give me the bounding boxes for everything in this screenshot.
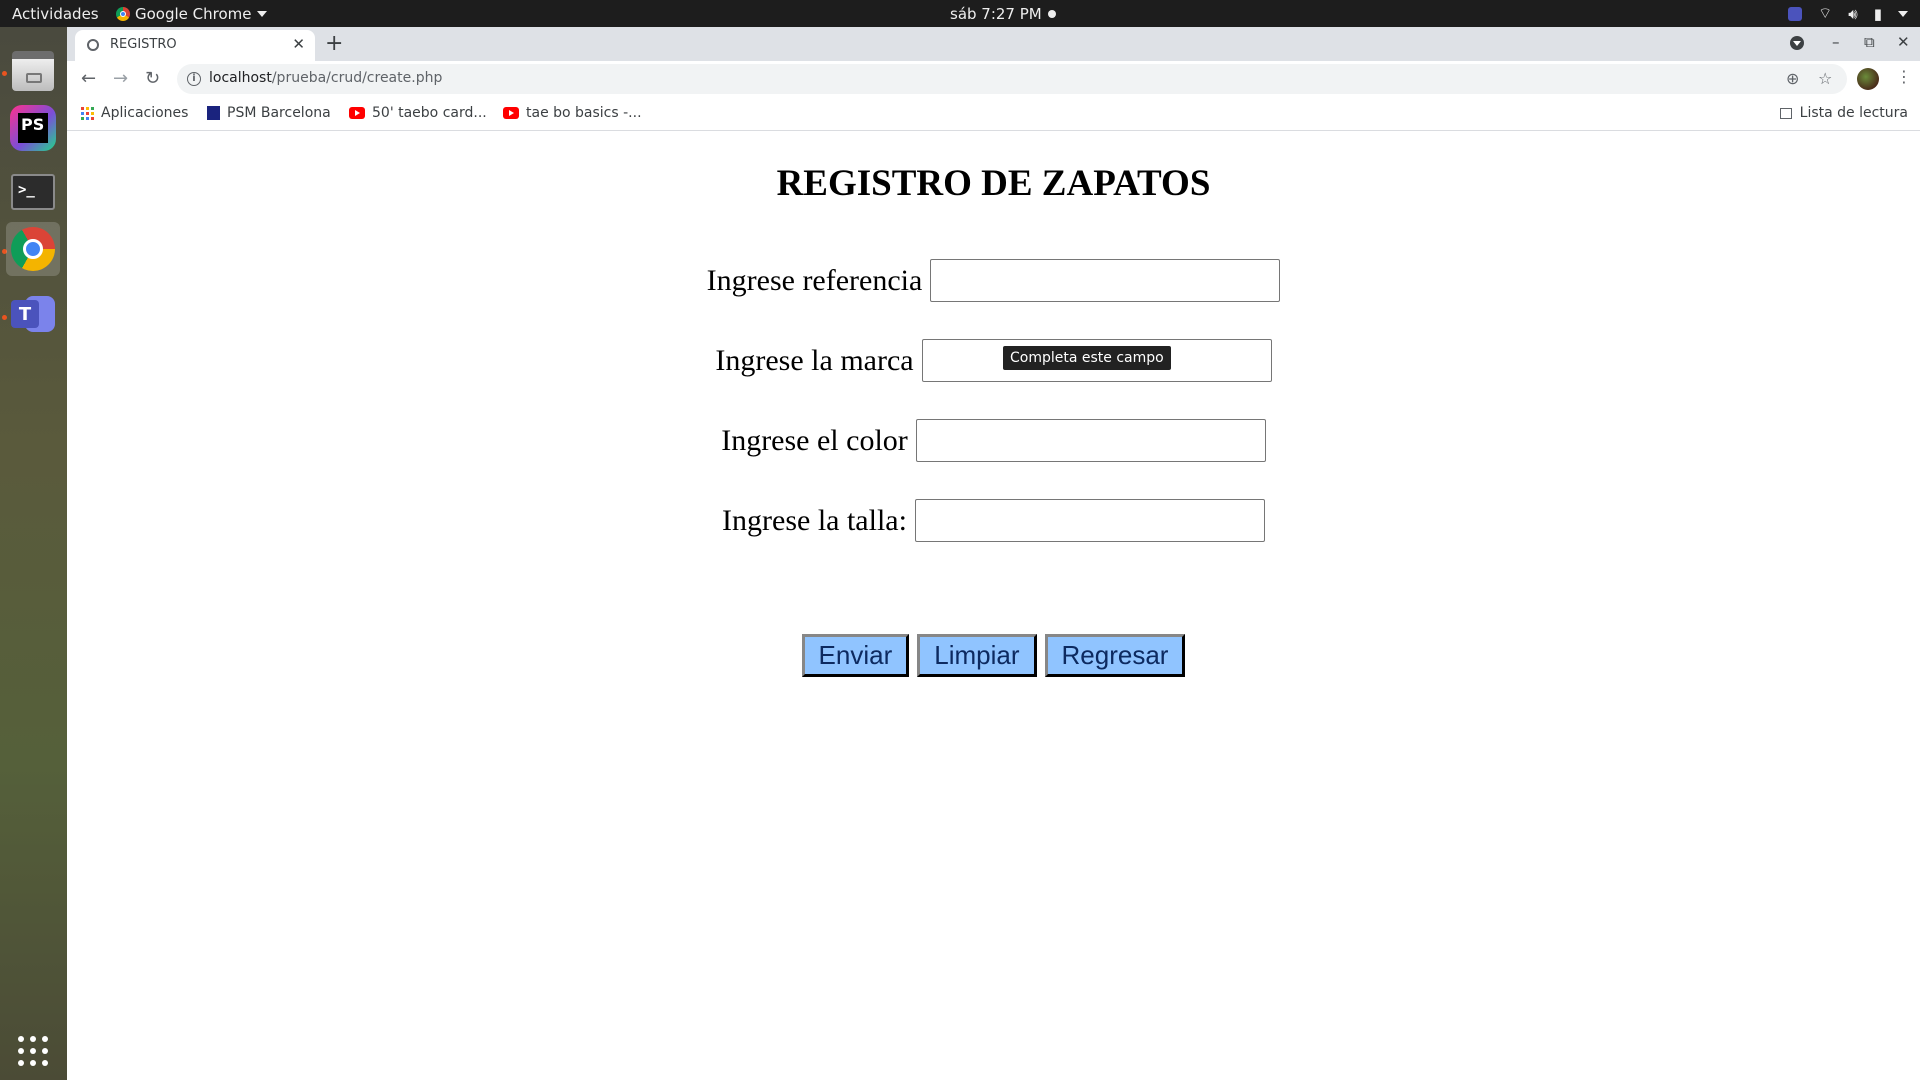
address-bar[interactable]: i localhost/prueba/crud/create.php ⊕ ☆ bbox=[177, 64, 1847, 94]
form-row-marca: Ingrese la marca bbox=[67, 339, 1920, 382]
dock-phpstorm[interactable]: PS bbox=[6, 101, 60, 155]
files-icon bbox=[12, 51, 54, 91]
system-top-bar: Actividades Google Chrome sáb 7:27 PM ⌔ … bbox=[0, 0, 1920, 27]
youtube-icon bbox=[503, 107, 519, 119]
form-row-color: Ingrese el color bbox=[67, 419, 1920, 462]
info-icon[interactable]: i bbox=[187, 72, 201, 86]
dock-chrome[interactable] bbox=[6, 222, 60, 276]
new-tab-button[interactable]: + bbox=[325, 31, 343, 56]
browser-toolbar: ← → ↻ i localhost/prueba/crud/create.php… bbox=[67, 61, 1920, 97]
wifi-icon: ⌔ bbox=[1818, 4, 1833, 22]
close-window-button[interactable]: ✕ bbox=[1897, 33, 1910, 51]
back-button[interactable]: ← bbox=[81, 68, 96, 89]
phpstorm-icon: PS bbox=[10, 105, 56, 151]
battery-icon: ▮ bbox=[1873, 4, 1882, 23]
bookmark-apps[interactable]: Aplicaciones bbox=[81, 105, 188, 121]
referencia-input[interactable] bbox=[930, 259, 1281, 302]
show-applications-button[interactable] bbox=[6, 1024, 60, 1078]
restore-button[interactable]: ⧉ bbox=[1864, 33, 1875, 51]
reading-list-label: Lista de lectura bbox=[1799, 105, 1908, 121]
globe-icon bbox=[87, 39, 99, 51]
color-label: Ingrese el color bbox=[721, 423, 908, 457]
page-title: REGISTRO DE ZAPATOS bbox=[776, 163, 1211, 204]
back-button-form[interactable]: Regresar bbox=[1044, 634, 1186, 677]
show-apps-icon bbox=[18, 1036, 48, 1066]
apps-grid-icon bbox=[81, 106, 94, 120]
bookmark-taebo-cardio[interactable]: 50' taebo card... bbox=[349, 105, 487, 121]
teams-tray-icon bbox=[1788, 6, 1803, 21]
notification-dot-icon bbox=[1047, 10, 1056, 18]
marca-label: Ingrese la marca bbox=[715, 343, 914, 377]
form-row-referencia: Ingrese referencia bbox=[67, 259, 1920, 302]
minimize-button[interactable]: – bbox=[1832, 33, 1840, 51]
tab-title: REGISTRO bbox=[110, 37, 177, 52]
referencia-label: Ingrese referencia bbox=[706, 263, 923, 297]
activities-button[interactable]: Actividades bbox=[12, 5, 99, 23]
validation-tooltip: Completa este campo bbox=[1003, 346, 1171, 370]
url-text[interactable]: localhost/prueba/crud/create.php bbox=[209, 70, 442, 86]
bookmark-label: tae bo basics -... bbox=[526, 105, 642, 121]
dock-terminal[interactable]: >_ bbox=[6, 165, 60, 219]
dock: PS >_ T bbox=[0, 27, 67, 1080]
tab-registro[interactable]: REGISTRO ✕ bbox=[75, 30, 315, 61]
tab-strip: REGISTRO ✕ + – ⧉ ✕ bbox=[67, 27, 1920, 61]
reload-button[interactable]: ↻ bbox=[145, 68, 160, 89]
talla-label: Ingrese la talla: bbox=[722, 503, 907, 537]
clock-label: sáb 7:27 PM bbox=[950, 5, 1042, 23]
youtube-icon bbox=[349, 107, 365, 119]
close-tab-icon[interactable]: ✕ bbox=[292, 35, 305, 53]
form-row-talla: Ingrese la talla: bbox=[67, 499, 1920, 542]
dock-files[interactable] bbox=[6, 44, 60, 98]
volume-icon: 🔊︎ bbox=[1848, 4, 1858, 23]
tab-search-icon[interactable] bbox=[1790, 36, 1804, 50]
zoom-icon[interactable]: ⊕ bbox=[1786, 69, 1799, 88]
bookmarks-bar: Aplicaciones PSM Barcelona 50' taebo car… bbox=[67, 97, 1920, 131]
terminal-icon: >_ bbox=[11, 174, 55, 210]
dock-teams[interactable]: T bbox=[6, 287, 60, 341]
system-menu-chevron-icon bbox=[1898, 10, 1908, 17]
clear-button[interactable]: Limpiar bbox=[917, 634, 1037, 677]
chrome-icon bbox=[116, 7, 130, 21]
url-path: /prueba/crud/create.php bbox=[271, 70, 443, 86]
url-host: localhost bbox=[209, 70, 272, 86]
bookmark-taebo-basics[interactable]: tae bo basics -... bbox=[503, 105, 642, 121]
bookmark-psm[interactable]: PSM Barcelona bbox=[207, 105, 331, 121]
bookmark-label: PSM Barcelona bbox=[227, 105, 331, 121]
page-content: REGISTRO DE ZAPATOS Ingrese referencia I… bbox=[67, 131, 1920, 1080]
system-tray[interactable]: ⌔ 🔊︎ ▮ bbox=[1788, 4, 1908, 23]
psm-icon bbox=[207, 106, 220, 120]
profile-avatar[interactable] bbox=[1857, 68, 1879, 90]
reading-list-icon bbox=[1779, 107, 1792, 119]
bookmark-label: Aplicaciones bbox=[101, 105, 189, 121]
bookmark-label: 50' taebo card... bbox=[372, 105, 487, 121]
menu-dots-icon[interactable]: ⋮ bbox=[1896, 67, 1912, 86]
submit-button[interactable]: Enviar bbox=[801, 634, 910, 677]
bookmark-star-icon[interactable]: ☆ bbox=[1818, 69, 1832, 88]
chevron-down-icon bbox=[256, 11, 267, 17]
form-buttons: Enviar Limpiar Regresar bbox=[67, 634, 1920, 677]
teams-icon: T bbox=[11, 292, 55, 336]
browser-window: REGISTRO ✕ + – ⧉ ✕ ← → ↻ i localhost/pru… bbox=[67, 27, 1920, 1080]
reading-list-button[interactable]: Lista de lectura bbox=[1779, 105, 1908, 121]
app-menu[interactable]: Google Chrome bbox=[116, 5, 267, 23]
talla-input[interactable] bbox=[914, 499, 1265, 542]
color-input[interactable] bbox=[915, 419, 1266, 462]
clock[interactable]: sáb 7:27 PM bbox=[950, 5, 1056, 23]
chrome-icon bbox=[11, 227, 55, 271]
forward-button[interactable]: → bbox=[113, 68, 128, 89]
app-menu-label: Google Chrome bbox=[135, 5, 252, 23]
